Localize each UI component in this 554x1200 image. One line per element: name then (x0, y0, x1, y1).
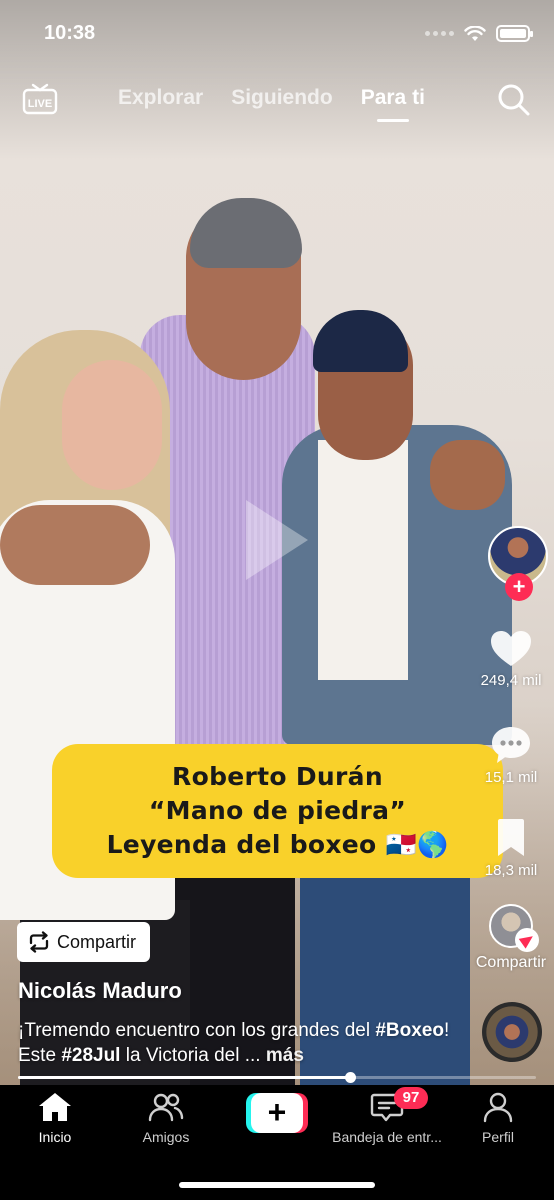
signal-icon (425, 31, 454, 36)
plus-icon: + (251, 1093, 303, 1133)
heart-icon[interactable] (490, 630, 532, 668)
live-label: LIVE (28, 98, 52, 110)
progress-fill (18, 1076, 350, 1079)
bookmark-icon[interactable] (494, 818, 528, 858)
creator-avatar-button[interactable]: + (488, 526, 548, 604)
home-icon (39, 1093, 71, 1121)
comment-button[interactable]: 15,1 mil (468, 725, 554, 786)
person-right-cap (313, 310, 408, 372)
video-progress-bar[interactable] (18, 1072, 536, 1083)
author-name[interactable]: Nicolás Maduro (18, 978, 182, 1004)
inbox-badge: 97 (394, 1087, 428, 1109)
hashtag-28jul[interactable]: #28Jul (61, 1045, 120, 1066)
home-indicator (179, 1182, 375, 1188)
person-center-arm (0, 505, 150, 585)
share-button[interactable]: Compartir (468, 904, 554, 972)
post-description[interactable]: ¡Tremendo encuentro con los grandes del … (18, 1018, 458, 1068)
live-tv-icon[interactable]: LIVE (22, 82, 58, 116)
send-icon (515, 928, 539, 952)
repost-icon (29, 931, 49, 953)
battery-icon (496, 25, 533, 42)
wifi-icon (464, 25, 486, 41)
comment-count: 15,1 mil (484, 769, 538, 786)
status-icons (425, 25, 533, 42)
tab-inicio-label: Inicio (38, 1129, 72, 1145)
follow-plus-icon[interactable]: + (505, 573, 533, 601)
play-hint-icon (246, 500, 308, 580)
more-link[interactable]: más (266, 1045, 304, 1066)
tab-amigos[interactable]: Amigos (111, 1091, 221, 1145)
share-label: Compartir (475, 954, 547, 971)
tab-bandeja-label: Bandeja de entr... (332, 1129, 442, 1145)
tab-explorar[interactable]: Explorar (118, 86, 203, 110)
tab-perfil-label: Perfil (482, 1129, 514, 1145)
status-bar: 10:38 (0, 0, 554, 66)
caption-line-1: Roberto Durán (172, 762, 383, 791)
hashtag-boxeo[interactable]: #Boxeo (375, 1020, 444, 1041)
tab-inicio[interactable]: Inicio (0, 1091, 110, 1145)
profile-icon (483, 1092, 513, 1123)
repost-label: Compartir (57, 931, 137, 952)
friends-icon (148, 1093, 184, 1122)
tab-amigos-label: Amigos (142, 1129, 190, 1145)
person-center-hair (190, 198, 302, 268)
search-icon[interactable] (496, 82, 532, 118)
caption-line-2: “Mano de piedra” (148, 796, 407, 825)
like-button[interactable]: 249,4 mil (468, 630, 554, 689)
person-right-arm (430, 440, 505, 510)
save-button[interactable]: 18,3 mil (468, 818, 554, 879)
tab-bandeja[interactable]: 97 Bandeja de entr... (332, 1087, 442, 1145)
progress-scrubber[interactable] (344, 1072, 356, 1083)
comment-icon[interactable] (490, 725, 532, 765)
caption-line-3: Leyenda del boxeo 🇵🇦🌎 (106, 830, 449, 859)
desc-part: la Victoria del ... (120, 1045, 266, 1066)
tab-siguiendo[interactable]: Siguiendo (231, 86, 333, 110)
top-navigation: LIVE Explorar Siguiendo Para ti (0, 72, 554, 128)
tab-para-ti[interactable]: Para ti (361, 86, 425, 122)
like-count: 249,4 mil (480, 672, 542, 689)
status-time: 10:38 (44, 22, 96, 44)
save-count: 18,3 mil (484, 862, 538, 879)
video-caption-banner: Roberto Durán “Mano de piedra” Leyenda d… (52, 744, 503, 878)
person-right-shirt (318, 440, 408, 680)
sound-disc-icon[interactable] (482, 1002, 542, 1062)
repost-button[interactable]: Compartir (17, 922, 151, 962)
person-left-face (62, 360, 162, 490)
feed-tabs: Explorar Siguiendo Para ti (118, 86, 425, 122)
create-button[interactable]: + (246, 1093, 308, 1133)
desc-part: ¡Tremendo encuentro con los grandes del (18, 1020, 376, 1041)
share-recipient-avatar[interactable] (489, 904, 539, 952)
tab-perfil[interactable]: Perfil (443, 1091, 553, 1145)
